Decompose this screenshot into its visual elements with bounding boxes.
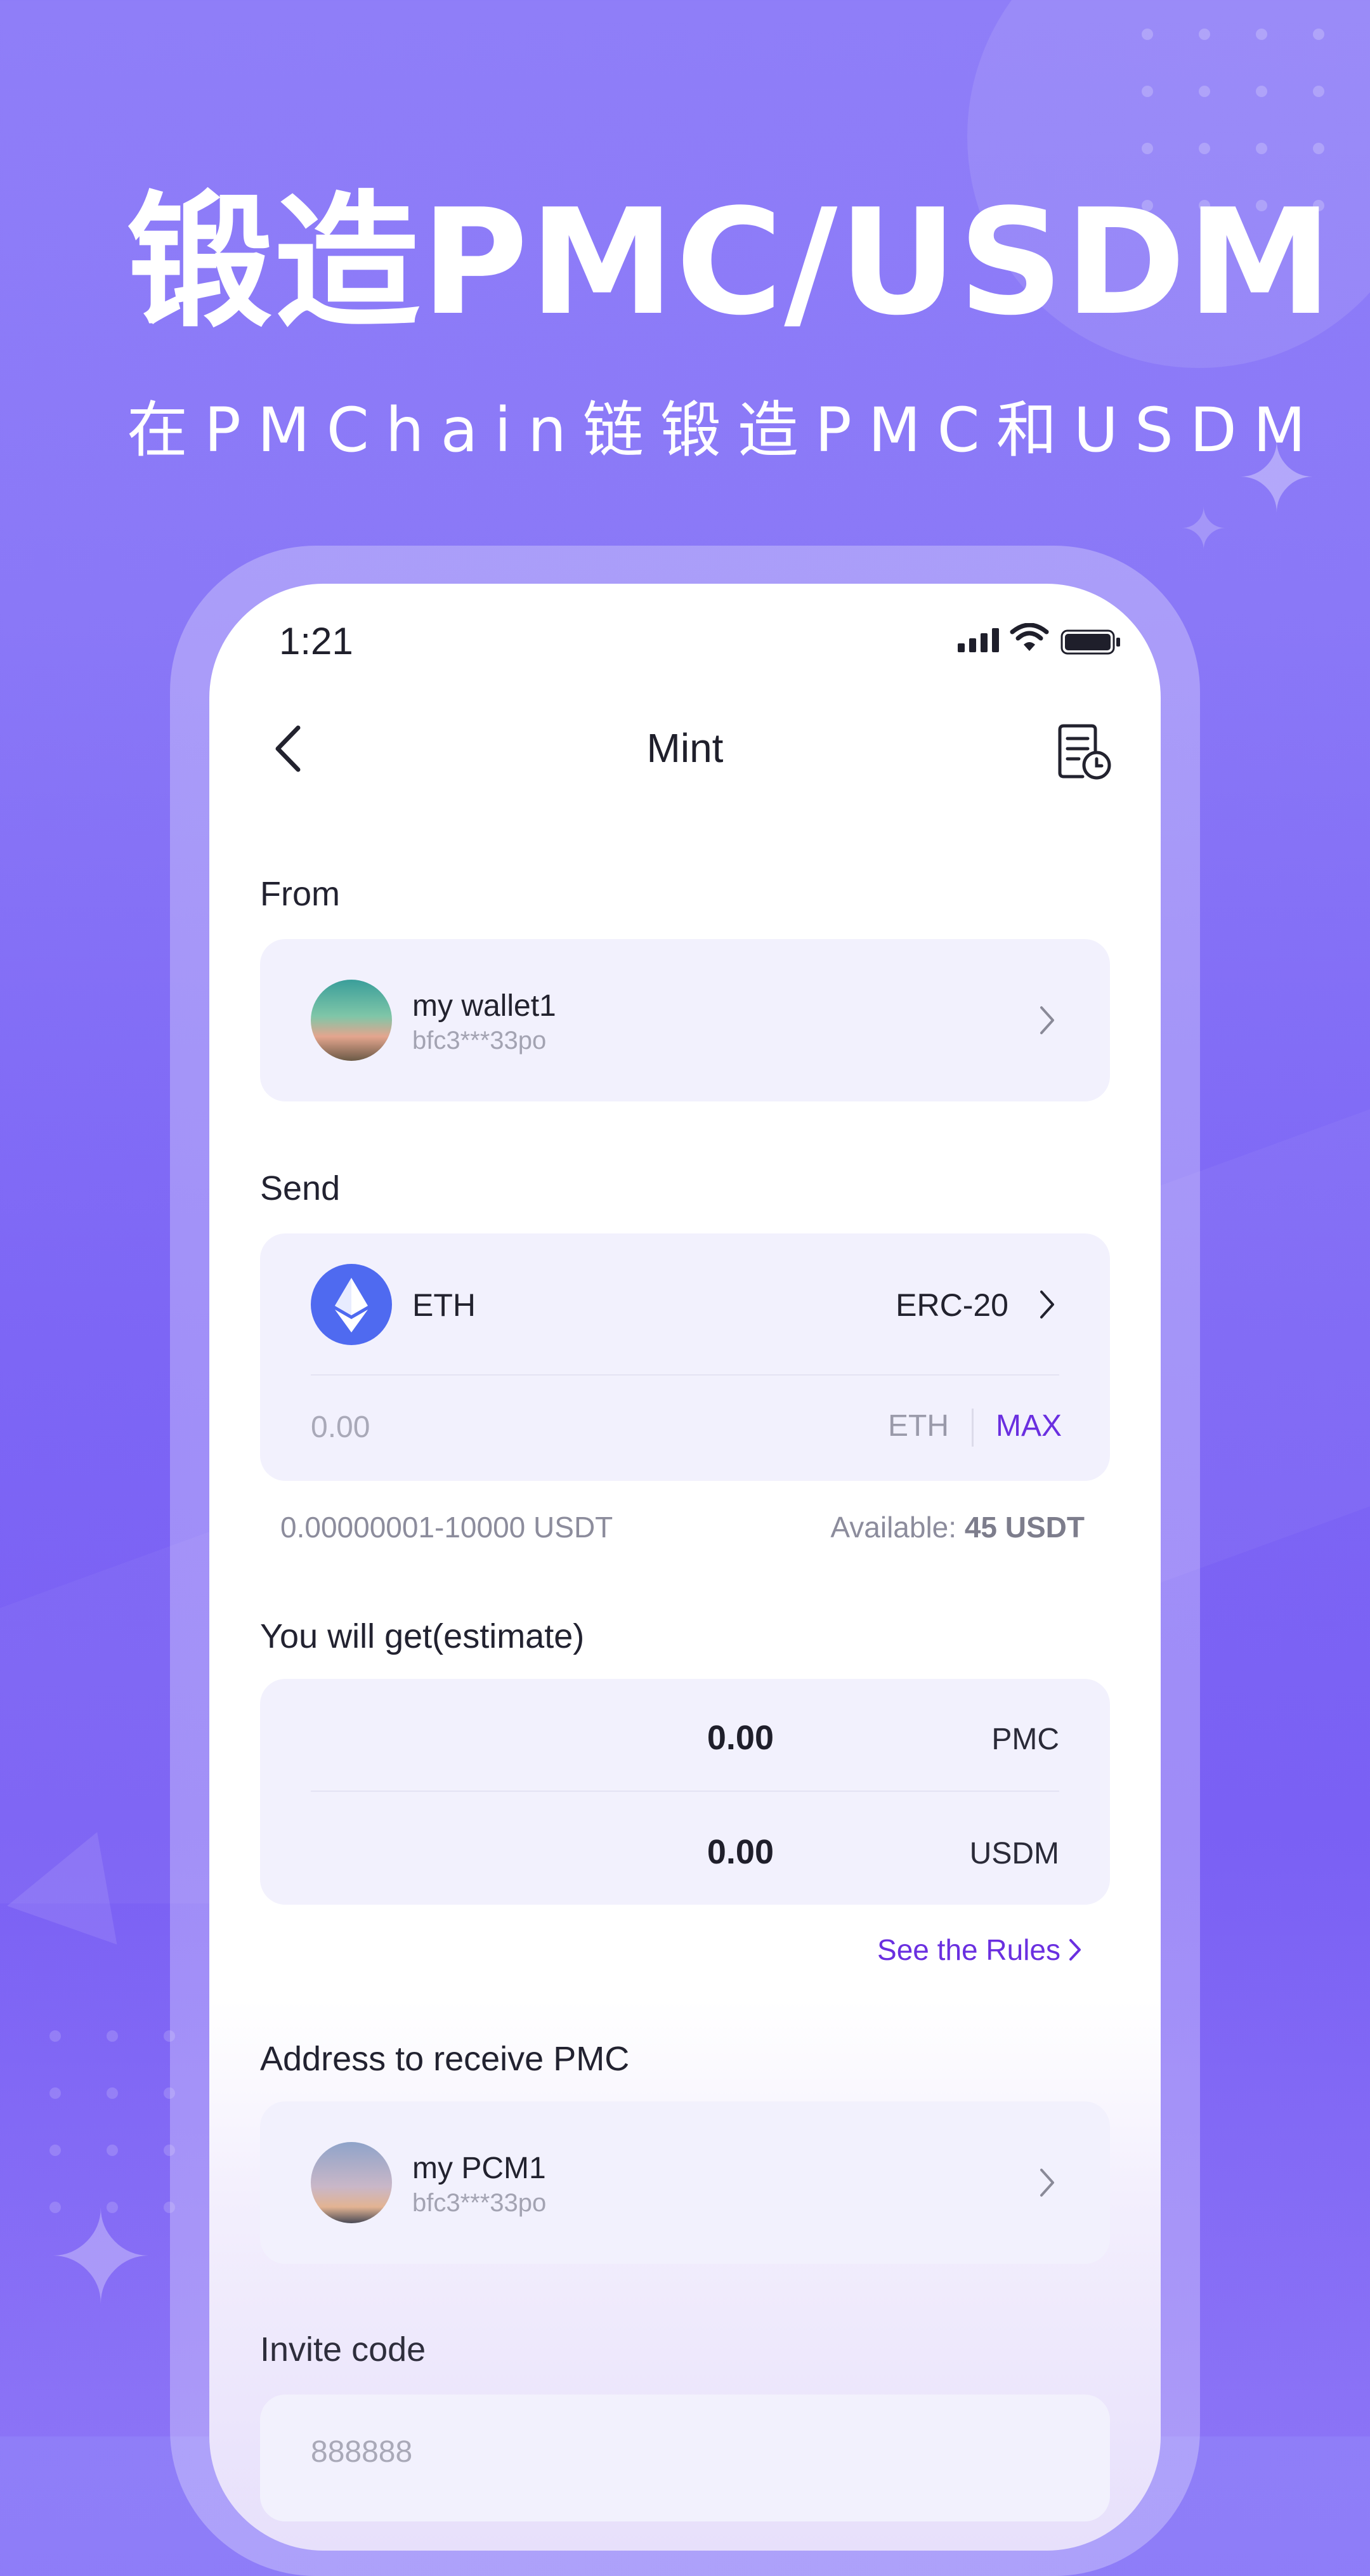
status-bar: 1:21 <box>209 584 1161 673</box>
amount-range: 0.00000001-10000 USDT <box>280 1511 613 1544</box>
from-wallet-name: my wallet1 <box>412 989 556 1023</box>
chevron-right-icon <box>1040 2169 1054 2197</box>
eth-icon <box>311 1264 392 1345</box>
available-value: 45 USDT <box>964 1511 1085 1544</box>
background-triangle <box>0 1832 117 1962</box>
amount-input[interactable] <box>311 1405 755 1449</box>
unit-divider <box>972 1409 974 1447</box>
card-divider <box>311 1791 1059 1792</box>
estimate-usdm-value: 0.00 <box>707 1833 774 1871</box>
send-card: ETH ERC-20 ETH MAX <box>260 1233 1110 1481</box>
card-divider <box>311 1374 1059 1376</box>
promo-headline: 锻造PMC/USDM <box>127 178 1334 348</box>
sparkle-icon: ✦ <box>48 2185 154 2332</box>
signal-icon <box>958 627 999 652</box>
send-label: Send <box>260 1169 341 1207</box>
phone-screen: 1:21 Mint From my wallet1 bfc3***33po Se… <box>209 584 1161 2551</box>
max-button[interactable]: MAX <box>996 1409 1062 1443</box>
from-wallet-card[interactable]: my wallet1 bfc3***33po <box>260 939 1110 1101</box>
wallet-avatar <box>311 2142 392 2223</box>
sparkle-icon: ✦ <box>1180 496 1228 563</box>
available-balance: Available: 45 USDT <box>830 1510 1085 1544</box>
available-label: Available: <box>830 1511 957 1544</box>
amount-unit: ETH <box>888 1409 949 1443</box>
see-rules-link[interactable]: See the Rules <box>877 1933 1060 1967</box>
estimate-label: You will get(estimate) <box>260 1617 585 1655</box>
battery-icon <box>1060 629 1120 655</box>
chevron-right-icon <box>1040 1006 1054 1034</box>
network-selector[interactable]: ERC-20 <box>896 1287 1008 1324</box>
wallet-avatar <box>311 980 392 1061</box>
chevron-right-icon[interactable] <box>1034 1285 1059 1324</box>
invite-code-input[interactable] <box>311 2426 1008 2477</box>
chevron-right-icon[interactable] <box>1066 1934 1085 1966</box>
wifi-icon <box>1010 623 1049 651</box>
from-label: From <box>260 875 340 913</box>
estimate-usdm-unit: USDM <box>969 1837 1059 1870</box>
promo-subline: 在PMChain链锻造PMC和USDM <box>127 395 1322 466</box>
page-title: Mint <box>646 725 724 771</box>
token-name[interactable]: ETH <box>412 1287 476 1324</box>
receive-wallet-name: my PCM1 <box>412 2152 546 2185</box>
document-clock-icon[interactable] <box>1056 723 1113 780</box>
estimate-card: 0.00 PMC 0.00 USDM <box>260 1679 1110 1905</box>
nav-bar: Mint <box>209 698 1161 787</box>
status-time: 1:21 <box>279 620 353 662</box>
estimate-pmc-unit: PMC <box>991 1723 1059 1756</box>
invite-label: Invite code <box>260 2330 426 2369</box>
from-wallet-address: bfc3***33po <box>412 1027 547 1055</box>
receive-label: Address to receive PMC <box>260 2040 630 2078</box>
estimate-pmc-value: 0.00 <box>707 1719 774 1757</box>
receive-wallet-card[interactable]: my PCM1 bfc3***33po <box>260 2101 1110 2264</box>
invite-card <box>260 2395 1110 2521</box>
receive-wallet-address: bfc3***33po <box>412 2189 547 2217</box>
